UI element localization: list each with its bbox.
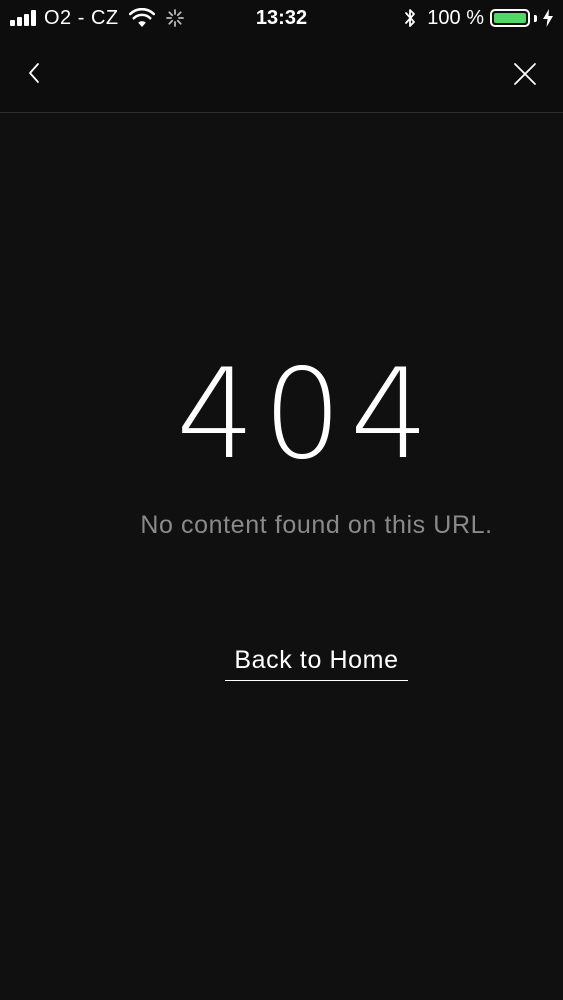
battery-icon (490, 9, 530, 27)
error-code: 404 (176, 343, 437, 487)
error-message: No content found on this URL. (140, 511, 493, 539)
bluetooth-icon (405, 9, 416, 27)
navigation-bar (0, 38, 563, 113)
status-bar-right: 100 % (403, 6, 553, 30)
chevron-left-icon[interactable] (22, 58, 46, 88)
close-icon[interactable] (513, 62, 537, 86)
status-bar: O2 - CZ 13:32 100 % (0, 0, 563, 38)
battery-nub (534, 14, 537, 22)
charging-bolt-icon (543, 9, 553, 27)
back-to-home-link[interactable]: Back to Home (225, 643, 408, 681)
battery-percentage: 100 % (427, 7, 484, 29)
battery-level-fill (494, 13, 526, 23)
